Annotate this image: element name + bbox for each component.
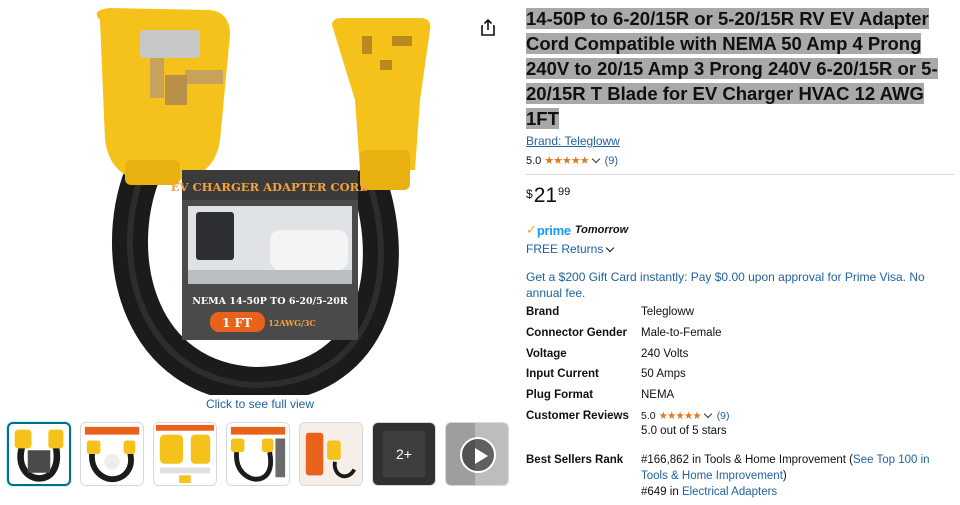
price-whole: 21 <box>533 184 558 207</box>
chevron-down-icon <box>606 243 615 252</box>
chevron-down-icon[interactable] <box>591 154 600 164</box>
rank-1-text: #166,862 in Tools & Home Improvement ( <box>641 453 854 466</box>
reviews-stars-icon[interactable]: ★★★★★ <box>659 410 702 422</box>
spec-key: Customer Reviews <box>526 409 629 422</box>
box-label-spec: NEMA 14-50P TO 6-20/5-20R <box>192 296 348 307</box>
spec-key: Connector Gender <box>526 326 627 339</box>
price: $ 21 99 <box>526 184 954 208</box>
spec-value: 240 Volts <box>641 347 689 360</box>
electrical-adapters-link[interactable]: Electrical Adapters <box>682 486 777 498</box>
divider <box>526 174 954 175</box>
spec-row-best-sellers-rank: Best Sellers Rank #166,862 in Tools & Ho… <box>526 452 954 500</box>
spec-value: Male-to-Female <box>641 326 722 339</box>
spec-value: 50 Amps <box>641 368 686 381</box>
spec-row: Connector Gender Male-to-Female <box>526 327 954 348</box>
thumbnail-3[interactable] <box>153 422 217 486</box>
main-product-image[interactable]: EV CHARGER ADAPTER CORD NEMA 14-50P TO 6… <box>70 0 450 404</box>
reviews-rating-value: 5.0 <box>641 409 656 422</box>
spec-key: Voltage <box>526 347 567 360</box>
reviews-summary: 5.0 out of 5 stars <box>641 424 727 437</box>
prime-logo[interactable]: prime <box>537 223 571 238</box>
prime-delivery: ✓ prime Tomorrow <box>526 222 954 238</box>
spec-row: Brand Telegloww <box>526 306 954 327</box>
spec-key: Plug Format <box>526 389 594 402</box>
reviews-count-link[interactable]: (9) <box>717 410 730 422</box>
delivery-day: Tomorrow <box>574 224 629 236</box>
rating-stars-icon[interactable]: ★★★★★ <box>544 154 589 167</box>
prime-visa-promo-link[interactable]: Get a $200 Gift Card instantly: Pay $0.0… <box>526 269 954 301</box>
box-label-gauge: 12AWG/3C <box>268 318 316 328</box>
price-symbol: $ <box>526 187 533 201</box>
product-title: 14-50P to 6-20/15R or 5-20/15R RV EV Ada… <box>526 8 938 129</box>
spec-row: Voltage 240 Volts <box>526 348 954 369</box>
thumbnail-2[interactable] <box>80 422 144 486</box>
rank-2-text: #649 in <box>641 485 682 498</box>
free-returns-label: FREE Returns <box>526 242 604 256</box>
spec-row: Plug Format NEMA <box>526 389 954 410</box>
spec-row: Input Current 50 Amps <box>526 368 954 389</box>
chevron-down-icon[interactable] <box>703 410 712 419</box>
spec-value: Telegloww <box>641 306 695 318</box>
free-returns-link[interactable]: FREE Returns <box>526 242 954 256</box>
rating-count-link[interactable]: (9) <box>605 155 618 167</box>
rating-value: 5.0 <box>526 154 542 167</box>
play-icon <box>460 437 496 473</box>
thumbnail-6[interactable]: 2+ <box>372 422 436 486</box>
thumbnail-4[interactable] <box>226 422 290 486</box>
spec-row-customer-reviews: Customer Reviews 5.0 ★★★★★ (9) 5.0 out o… <box>526 410 954 450</box>
spec-key: Input Current <box>526 368 599 381</box>
prime-check-icon: ✓ <box>526 222 537 237</box>
thumbnail-1[interactable] <box>7 422 71 486</box>
brand-link[interactable]: Brand: Telegloww <box>526 134 620 148</box>
share-icon[interactable] <box>478 18 498 38</box>
spec-key: Brand <box>526 306 560 318</box>
product-info: 14-50P to 6-20/15R or 5-20/15R RV EV Ada… <box>526 6 954 301</box>
thumbnail-strip: 2+ <box>7 422 509 486</box>
thumbnail-video[interactable] <box>445 422 509 486</box>
best-sellers-value: #166,862 in Tools & Home Improvement (Se… <box>641 452 954 500</box>
spec-key: Best Sellers Rank <box>526 453 624 466</box>
more-images-count: 2+ <box>373 423 435 485</box>
rating-summary: 5.0 ★★★★★ (9) <box>526 154 954 168</box>
customer-reviews-value: 5.0 ★★★★★ (9) 5.0 out of 5 stars <box>641 410 954 437</box>
click-to-see-full-view-link[interactable]: Click to see full view <box>150 397 370 411</box>
rank-1-suffix: ) <box>782 469 787 482</box>
box-label-length: 1 FT <box>222 316 252 330</box>
spec-value: NEMA <box>641 389 675 402</box>
thumbnail-5[interactable] <box>299 422 363 486</box>
product-specs-table: Brand Telegloww Connector Gender Male-to… <box>526 306 954 500</box>
price-fraction: 99 <box>558 186 571 198</box>
box-label-top: EV CHARGER ADAPTER CORD <box>171 180 369 194</box>
